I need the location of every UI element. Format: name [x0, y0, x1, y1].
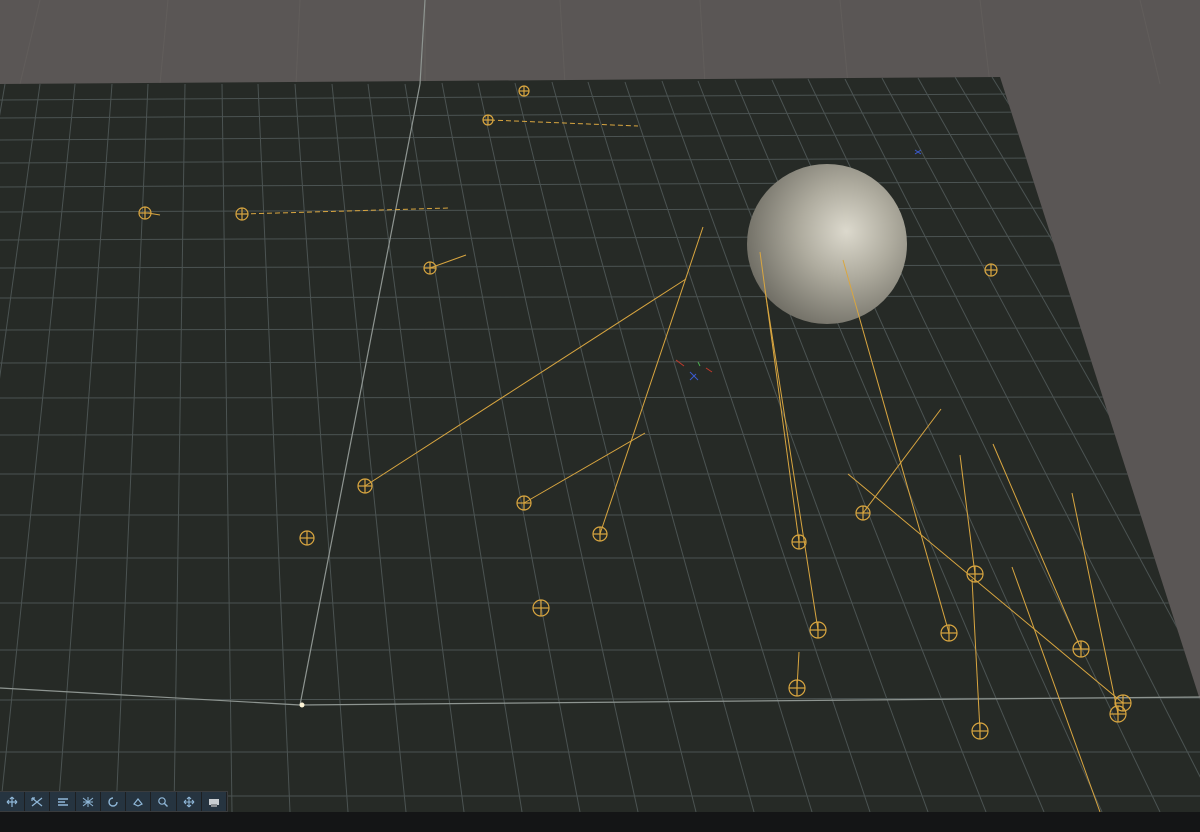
light-gizmo[interactable]	[482, 114, 494, 126]
origin-light-point[interactable]	[299, 702, 305, 708]
light-gizmo[interactable]	[423, 261, 437, 275]
move-arrows-icon	[6, 796, 18, 807]
light-gizmo[interactable]	[357, 478, 373, 494]
light-gizmo[interactable]	[788, 679, 806, 697]
light-gizmo[interactable]	[1109, 705, 1127, 723]
align-icon	[57, 797, 68, 806]
sphere-object[interactable]	[747, 164, 907, 324]
light-gizmo[interactable]	[592, 526, 608, 542]
light-gizmo[interactable]	[235, 207, 249, 221]
light-gizmo[interactable]	[855, 505, 871, 521]
light-gizmo[interactable]	[940, 624, 958, 642]
light-gizmo[interactable]	[532, 599, 550, 617]
scene-viewport[interactable]	[0, 0, 1200, 832]
pan-cross-icon	[183, 796, 195, 807]
light-gizmo[interactable]	[518, 85, 530, 97]
camera-button[interactable]	[201, 792, 226, 811]
pan-button[interactable]	[176, 792, 201, 811]
orbit-tool-button[interactable]	[100, 792, 126, 811]
orbit-icon	[108, 796, 118, 807]
grid-snap-button[interactable]	[75, 792, 100, 811]
light-gizmo[interactable]	[1072, 640, 1090, 658]
zoom-button[interactable]	[151, 792, 176, 811]
light-gizmo[interactable]	[984, 263, 998, 277]
move-tool-button[interactable]	[0, 792, 25, 811]
light-gizmo[interactable]	[138, 206, 152, 220]
light-gizmo[interactable]	[966, 565, 984, 583]
scene-toolbar	[0, 791, 228, 812]
zoom-magnifier-icon	[158, 796, 169, 807]
light-gizmo[interactable]	[516, 495, 532, 511]
status-strip	[0, 812, 1200, 832]
light-gizmo[interactable]	[809, 621, 827, 639]
scale-tool-button[interactable]	[25, 792, 50, 811]
hand-pan-button[interactable]	[126, 792, 151, 811]
scale-icon	[31, 796, 43, 806]
light-gizmo[interactable]	[791, 534, 807, 550]
hand-pan-icon	[133, 797, 144, 807]
align-tool-button[interactable]	[50, 792, 75, 811]
grid-snap-icon	[82, 796, 94, 807]
camera-icon	[208, 798, 219, 807]
light-gizmo[interactable]	[299, 530, 315, 546]
light-gizmo[interactable]	[971, 722, 989, 740]
